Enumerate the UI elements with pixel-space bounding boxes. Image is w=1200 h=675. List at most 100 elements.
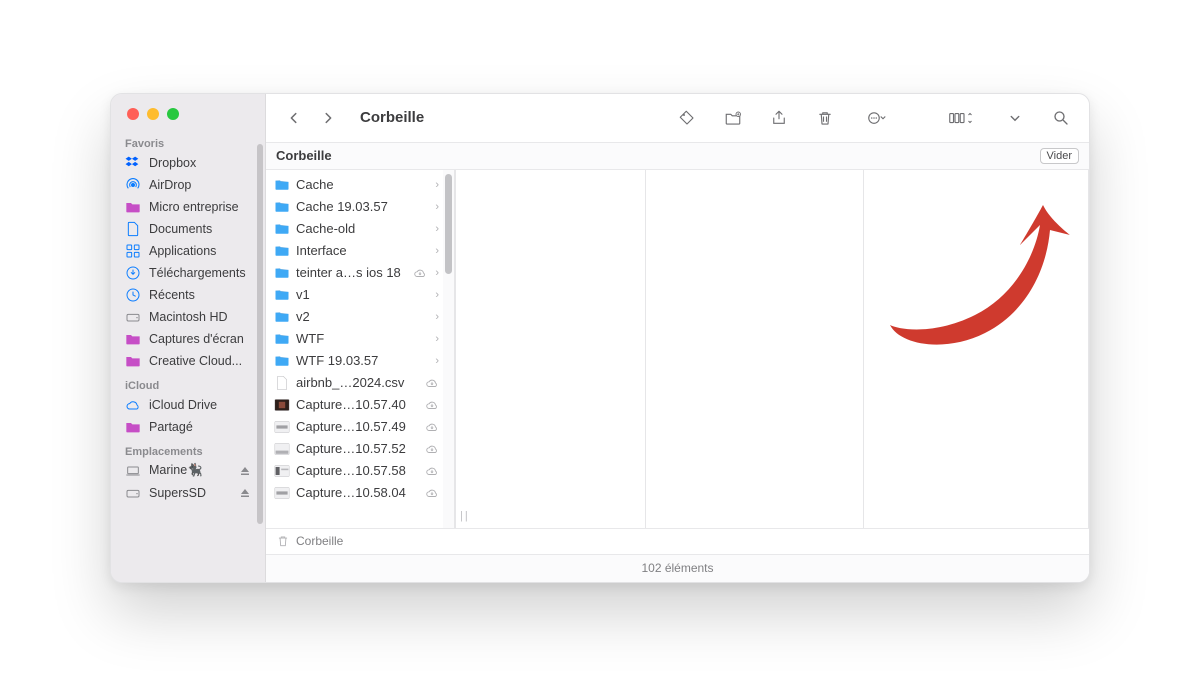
sidebar-item[interactable]: Téléchargements xyxy=(117,262,259,284)
action-menu-button[interactable] xyxy=(857,105,897,131)
sidebar-item[interactable]: Partagé xyxy=(117,416,259,438)
back-button[interactable] xyxy=(280,105,308,131)
file-row[interactable]: Capture…10.57.40 xyxy=(266,394,443,416)
file-row[interactable]: Cache-old › xyxy=(266,218,443,240)
cloud-download-icon xyxy=(425,377,439,389)
column-2 xyxy=(456,170,646,528)
cloud-download-icon xyxy=(425,443,439,455)
file-row[interactable]: Interface › xyxy=(266,240,443,262)
sidebar-item[interactable]: Dropbox xyxy=(117,152,259,174)
file-row[interactable]: Capture…10.57.52 xyxy=(266,438,443,460)
new-folder-button[interactable] xyxy=(719,105,747,131)
file-name: Capture…10.57.52 xyxy=(296,441,419,456)
sidebar-section-title: iCloud xyxy=(111,372,265,394)
file-img-c-icon xyxy=(274,441,290,457)
file-list[interactable]: Cache›Cache 19.03.57›Cache-old›Interface… xyxy=(266,170,443,528)
file-name: Capture…10.57.49 xyxy=(296,419,419,434)
file-name: v2 xyxy=(296,309,427,324)
file-row[interactable]: WTF 19.03.57› xyxy=(266,350,443,372)
download-icon xyxy=(125,265,141,281)
chevron-right-icon: › xyxy=(435,267,439,279)
sidebar-item-label: Documents xyxy=(149,222,212,236)
empty-trash-button[interactable]: Vider xyxy=(1040,148,1079,164)
forward-button[interactable] xyxy=(314,105,342,131)
view-options-button[interactable] xyxy=(939,105,983,131)
sidebar-item-label: Téléchargements xyxy=(149,266,246,280)
sidebar-item-label: Captures d'écran xyxy=(149,332,244,346)
file-name: Cache 19.03.57 xyxy=(296,199,427,214)
cloud-icon xyxy=(125,397,141,413)
path-bar: Corbeille xyxy=(266,528,1089,554)
column-scrollbar[interactable] xyxy=(443,170,455,528)
chevron-right-icon: › xyxy=(435,289,439,301)
sidebar-item[interactable]: Micro entreprise xyxy=(117,196,259,218)
file-img-b-icon xyxy=(274,485,290,501)
cloud-download-icon xyxy=(425,399,439,411)
folder-icon xyxy=(274,353,290,369)
file-row[interactable]: Cache › xyxy=(266,174,443,196)
sidebar-scrollbar[interactable] xyxy=(257,144,263,524)
file-row[interactable]: WTF › xyxy=(266,328,443,350)
chevron-right-icon: › xyxy=(435,333,439,345)
file-row[interactable]: teinter a…s ios 18 › xyxy=(266,262,443,284)
folder-icon xyxy=(274,309,290,325)
file-name: Cache xyxy=(296,177,427,192)
sidebar-item[interactable]: SupersSD xyxy=(117,482,259,504)
file-row[interactable]: v2› xyxy=(266,306,443,328)
laptop-icon xyxy=(125,463,141,479)
sidebar: FavorisDropboxAirDropMicro entrepriseDoc… xyxy=(111,94,266,582)
sidebar-item[interactable]: Récents xyxy=(117,284,259,306)
file-name: Capture…10.57.58 xyxy=(296,463,419,478)
location-title: Corbeille xyxy=(276,148,332,163)
sidebar-item-label: Micro entreprise xyxy=(149,200,239,214)
file-name: airbnb_…2024.csv xyxy=(296,375,419,390)
sidebar-item[interactable]: Documents xyxy=(117,218,259,240)
cloud-download-icon xyxy=(425,465,439,477)
sidebar-item[interactable]: Marine🐈‍⬛ xyxy=(117,460,259,482)
fullscreen-button[interactable] xyxy=(167,108,179,120)
sidebar-item[interactable]: Applications xyxy=(117,240,259,262)
chevron-right-icon: › xyxy=(435,223,439,235)
column-resize-handle[interactable]: || xyxy=(460,510,470,522)
file-name: Cache-old xyxy=(296,221,427,236)
sidebar-item-label: Macintosh HD xyxy=(149,310,228,324)
sidebar-item-label: Dropbox xyxy=(149,156,196,170)
file-name: Interface xyxy=(296,243,427,258)
sidebar-item[interactable]: Creative Cloud... xyxy=(117,350,259,372)
folder-icon xyxy=(125,199,141,215)
chevron-right-icon: › xyxy=(435,179,439,191)
eject-icon[interactable] xyxy=(239,487,251,499)
close-button[interactable] xyxy=(127,108,139,120)
column-1: Cache›Cache 19.03.57›Cache-old›Interface… xyxy=(266,170,456,528)
file-row[interactable]: v1› xyxy=(266,284,443,306)
file-name: teinter a…s ios 18 xyxy=(296,265,407,280)
file-row[interactable]: Capture…10.57.58 xyxy=(266,460,443,482)
tags-button[interactable] xyxy=(673,105,701,131)
file-row[interactable]: Cache 19.03.57› xyxy=(266,196,443,218)
main-content: Corbeille xyxy=(266,94,1089,582)
group-menu-button[interactable] xyxy=(1001,105,1029,131)
file-row[interactable]: Capture…10.58.04 xyxy=(266,482,443,504)
sidebar-item[interactable]: AirDrop xyxy=(117,174,259,196)
share-button[interactable] xyxy=(765,105,793,131)
sidebar-item-label: Applications xyxy=(149,244,216,258)
sidebar-item-label: Partagé xyxy=(149,420,193,434)
eject-icon[interactable] xyxy=(239,465,251,477)
sidebar-item[interactable]: Macintosh HD xyxy=(117,306,259,328)
search-button[interactable] xyxy=(1047,105,1075,131)
sidebar-item[interactable]: iCloud Drive xyxy=(117,394,259,416)
folder-icon xyxy=(274,265,290,281)
file-row[interactable]: airbnb_…2024.csv xyxy=(266,372,443,394)
folder-icon xyxy=(274,287,290,303)
clock-icon xyxy=(125,287,141,303)
minimize-button[interactable] xyxy=(147,108,159,120)
folder-icon xyxy=(274,177,290,193)
file-row[interactable]: Capture…10.57.49 xyxy=(266,416,443,438)
file-img-a-icon xyxy=(274,397,290,413)
sidebar-item-label: Creative Cloud... xyxy=(149,354,242,368)
folder-icon xyxy=(274,199,290,215)
sidebar-item[interactable]: Captures d'écran xyxy=(117,328,259,350)
delete-button[interactable] xyxy=(811,105,839,131)
chevron-right-icon: › xyxy=(435,245,439,257)
file-name: WTF xyxy=(296,331,427,346)
